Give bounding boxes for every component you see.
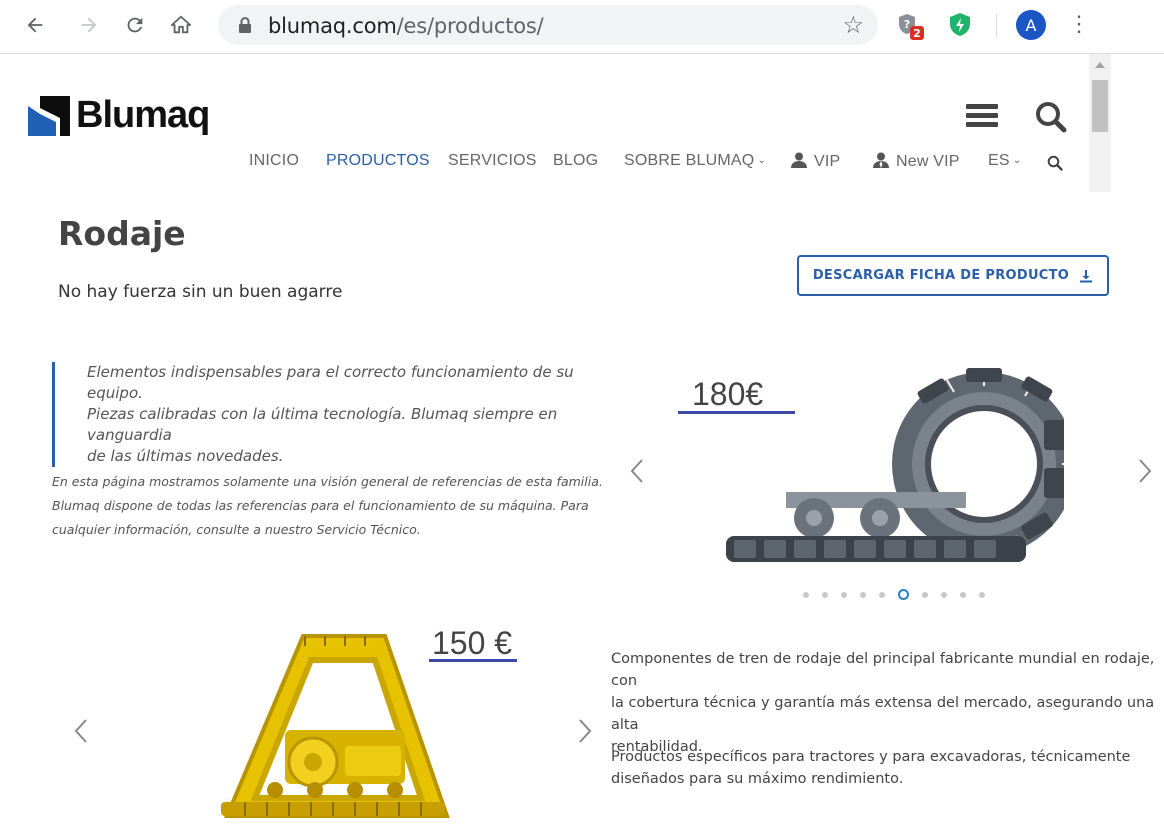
address-bar[interactable]: blumaq.com/es/productos/ ☆	[218, 5, 878, 45]
home-button[interactable]	[166, 10, 196, 40]
toolbar-separator	[996, 14, 997, 38]
description-paragraph-2: Productos específicos para tractores y p…	[611, 746, 1164, 790]
green-shield-icon	[950, 13, 970, 36]
forward-button[interactable]	[74, 10, 104, 40]
reload-button[interactable]	[120, 10, 150, 40]
carousel-dot[interactable]	[960, 592, 966, 598]
description-paragraph-1: Componentes de tren de rodaje del princi…	[611, 648, 1164, 758]
nav-item-blog[interactable]: BLOG	[553, 152, 598, 170]
back-button[interactable]	[20, 10, 50, 40]
track-assembly-image[interactable]	[722, 368, 1064, 572]
svg-text:?: ?	[904, 18, 910, 31]
home-icon	[170, 15, 192, 34]
scrollbar-thumb[interactable]	[1092, 80, 1108, 132]
nav-item-vip-label: VIP	[814, 153, 841, 170]
scroll-up-arrow-icon[interactable]	[1095, 62, 1105, 68]
nav-search-icon[interactable]	[1047, 155, 1063, 171]
carousel-dot[interactable]	[879, 592, 885, 598]
language-selector[interactable]: ES ⌄	[988, 152, 1021, 170]
user-tie-icon	[873, 152, 889, 168]
nav-item-sobre-blumaq[interactable]: SOBRE BLUMAQ ⌄	[624, 152, 766, 170]
chevron-right-icon	[579, 719, 592, 743]
chevron-down-icon: ⌄	[757, 155, 767, 166]
note-line: Blumaq dispone de todas las referencias …	[52, 498, 589, 513]
user-icon	[791, 152, 807, 168]
url-path: /es/productos/	[396, 14, 544, 38]
nav-item-inicio[interactable]: INICIO	[249, 152, 299, 170]
carousel-dot[interactable]	[941, 592, 947, 598]
description-line: Productos específicos para tractores y p…	[611, 749, 1131, 765]
nav-item-productos[interactable]: PRODUCTOS	[326, 152, 430, 170]
profile-avatar[interactable]: A	[1016, 10, 1046, 40]
nav-item-new-vip-label: New VIP	[896, 153, 960, 170]
lock-icon	[239, 17, 251, 33]
arrow-left-icon	[27, 17, 43, 33]
bookmark-star-icon[interactable]: ☆	[842, 11, 864, 40]
download-button-label: DESCARGAR FICHA DE PRODUCTO	[812, 268, 1070, 283]
intro-quote: Elementos indispensables para el correct…	[52, 362, 612, 467]
chevron-down-icon: ⌄	[1012, 155, 1022, 166]
description-line: la cobertura técnica y garantía más exte…	[611, 695, 1155, 733]
carousel-dot[interactable]	[822, 592, 828, 598]
download-product-sheet-button[interactable]: DESCARGAR FICHA DE PRODUCTO	[797, 255, 1109, 296]
description-line: Componentes de tren de rodaje del princi…	[611, 651, 1155, 689]
description-line: diseñados para su máximo rendimiento.	[611, 771, 904, 787]
nav-item-sobre-blumaq-label: SOBRE BLUMAQ	[624, 152, 755, 169]
page-tagline: No hay fuerza sin un buen agarre	[58, 282, 343, 302]
carousel-dot[interactable]	[979, 592, 985, 598]
carousel-bottom-prev-button[interactable]	[74, 718, 88, 744]
carousel-dot[interactable]	[803, 592, 809, 598]
yellow-track-image[interactable]	[215, 630, 451, 828]
carousel-bottom-next-button[interactable]	[578, 718, 592, 744]
nav-item-new-vip[interactable]: New VIP	[872, 152, 960, 171]
carousel-dot[interactable]	[898, 589, 909, 600]
quote-line: Piezas calibradas con la última tecnolog…	[87, 405, 558, 444]
carousel-top-next-button[interactable]	[1138, 458, 1152, 484]
note-line: cualquier información, consulte a nuestr…	[52, 522, 421, 537]
carousel-top-prev-button[interactable]	[630, 458, 644, 484]
chevron-left-icon	[74, 719, 87, 743]
carousel-dot[interactable]	[841, 592, 847, 598]
reload-icon	[127, 17, 143, 33]
url-text: blumaq.com/es/productos/	[268, 14, 544, 38]
download-icon	[1080, 269, 1093, 282]
quote-line: de las últimas novedades.	[87, 447, 284, 465]
nav-item-vip[interactable]: VIP	[790, 152, 840, 171]
hamburger-menu-icon[interactable]	[966, 104, 998, 128]
blumaq-logo-icon	[28, 96, 70, 136]
extension-shield-button[interactable]: ? 2	[896, 11, 926, 41]
page-title: Rodaje	[58, 214, 186, 253]
nav-item-servicios[interactable]: SERVICIOS	[448, 152, 537, 170]
search-icon[interactable]	[1034, 100, 1068, 134]
browser-menu-icon[interactable]: ⋮	[1068, 10, 1090, 40]
carousel-top-indicators	[803, 589, 998, 600]
carousel-dot[interactable]	[860, 592, 866, 598]
info-note: En esta página mostramos solamente una v…	[52, 470, 612, 542]
chevron-left-icon	[630, 459, 643, 483]
carousel-dot[interactable]	[922, 592, 928, 598]
chevron-right-icon	[1139, 459, 1152, 483]
extension-badge-count: 2	[913, 27, 921, 40]
site-logo[interactable]: Blumaq	[26, 92, 210, 138]
page-scrollbar[interactable]	[1089, 54, 1111, 192]
url-host: blumaq.com	[268, 14, 397, 38]
browser-toolbar: blumaq.com/es/productos/ ☆ ? 2 A ⋮	[0, 0, 1164, 54]
quote-line: Elementos indispensables para el correct…	[87, 363, 574, 402]
shield-question-icon: ? 2	[899, 14, 924, 40]
extension-green-shield-button[interactable]	[946, 11, 976, 41]
logo-text: Blumaq	[76, 93, 210, 136]
note-line: En esta página mostramos solamente una v…	[52, 474, 603, 489]
language-label: ES	[988, 152, 1010, 169]
arrow-right-icon	[81, 17, 97, 33]
